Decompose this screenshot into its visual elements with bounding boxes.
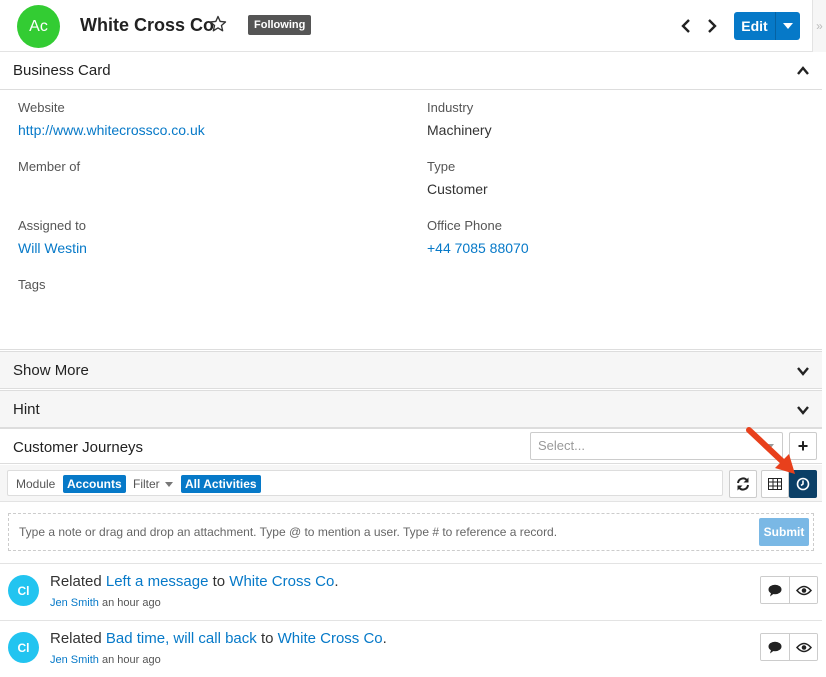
feed-actions	[760, 633, 818, 661]
note-composer[interactable]: Type a note or drag and drop an attachme…	[8, 513, 814, 551]
annotation-arrow-icon	[746, 427, 795, 474]
feed-target-link[interactable]: White Cross Co	[278, 630, 383, 647]
customer-journeys-header: Customer Journeys Select... +	[0, 428, 822, 464]
assigned-to-link[interactable]: Will Westin	[18, 240, 87, 256]
eye-icon	[795, 585, 812, 595]
feed-prefix: Related	[50, 573, 102, 590]
chevron-down-icon[interactable]	[796, 404, 810, 416]
business-card-title: Business Card	[13, 62, 111, 79]
tags-label: Tags	[18, 277, 46, 292]
industry-label: Industry	[427, 100, 474, 115]
feed-meta: Jen Smith an hour ago	[50, 597, 161, 609]
feed-avatar[interactable]: Cl	[8, 575, 39, 606]
feed-actions	[760, 576, 818, 604]
website-label: Website	[18, 100, 65, 115]
preview-button[interactable]	[789, 634, 817, 660]
eye-icon	[795, 642, 812, 652]
feed-period: .	[382, 630, 387, 647]
feed-user-link[interactable]: Jen Smith	[50, 654, 99, 666]
customer-journeys-title: Customer Journeys	[13, 439, 144, 456]
comment-icon	[768, 584, 782, 596]
feed-target-link[interactable]: White Cross Co	[229, 573, 334, 590]
caret-down-icon	[783, 23, 793, 29]
website-link[interactable]: http://www.whitecrossco.co.uk	[18, 122, 205, 138]
industry-value[interactable]: Machinery	[427, 122, 492, 138]
business-card-body: Website http://www.whitecrossco.co.uk In…	[0, 90, 822, 350]
edit-actions-dropdown[interactable]	[776, 12, 800, 40]
feed-avatar[interactable]: Cl	[8, 632, 39, 663]
assigned-to-label: Assigned to	[18, 218, 86, 233]
office-phone-label: Office Phone	[427, 218, 502, 233]
feed-meta: Jen Smith an hour ago	[50, 654, 161, 666]
feed-to-word: to	[260, 630, 274, 647]
comment-button[interactable]	[761, 577, 789, 603]
following-badge[interactable]: Following	[248, 15, 312, 35]
comment-button[interactable]	[761, 634, 789, 660]
hint-header[interactable]: Hint	[0, 390, 822, 428]
filter-pill[interactable]: All Activities	[181, 475, 261, 493]
feed-period: .	[334, 573, 339, 590]
table-icon	[768, 478, 782, 490]
next-record-icon[interactable]	[705, 17, 719, 35]
clock-icon	[796, 477, 810, 491]
activity-filter-bar: Module Accounts Filter All Activities	[7, 470, 723, 496]
sidebar-toggle[interactable]: »	[812, 0, 826, 52]
record-avatar: Ac	[17, 5, 60, 48]
caret-down-icon	[165, 482, 174, 488]
filter-label: Filter	[133, 477, 160, 491]
feed-prefix: Related	[50, 630, 102, 647]
feed-to-word: to	[212, 573, 226, 590]
favorite-star-icon[interactable]	[209, 15, 227, 33]
preview-button[interactable]	[789, 577, 817, 603]
business-card-header[interactable]: Business Card	[0, 52, 822, 90]
feed-subject-link[interactable]: Left a message	[106, 573, 209, 590]
feed-text: Related Left a message to White Cross Co…	[50, 573, 339, 590]
type-value[interactable]: Customer	[427, 181, 488, 197]
record-name: White Cross Co	[80, 15, 215, 35]
comment-icon	[768, 641, 782, 653]
submit-button[interactable]: Submit	[759, 518, 809, 546]
feed-user-link[interactable]: Jen Smith	[50, 597, 99, 609]
feed-time: an hour ago	[101, 654, 161, 666]
show-more-header[interactable]: Show More	[0, 351, 822, 389]
note-input[interactable]: Type a note or drag and drop an attachme…	[19, 525, 557, 539]
feed-subject-link[interactable]: Bad time, will call back	[106, 630, 257, 647]
show-more-title: Show More	[13, 362, 89, 379]
feed-item: Cl Related Bad time, will call back to W…	[0, 620, 822, 677]
select-placeholder: Select...	[538, 438, 585, 453]
chevron-up-icon[interactable]	[796, 65, 810, 77]
feed-time: an hour ago	[101, 597, 161, 609]
filter-dropdown[interactable]: Filter	[133, 477, 174, 491]
activity-toolbar: Module Accounts Filter All Activities	[0, 465, 822, 502]
edit-button-group: Edit	[734, 12, 800, 40]
record-header: Ac White Cross Co Following Edit »	[0, 0, 826, 52]
chevron-down-icon[interactable]	[796, 365, 810, 377]
module-pill[interactable]: Accounts	[63, 475, 126, 493]
feed-text: Related Bad time, will call back to Whit…	[50, 630, 387, 647]
edit-button[interactable]: Edit	[734, 12, 776, 40]
member-of-label: Member of	[18, 159, 81, 174]
module-label: Module	[16, 477, 56, 491]
previous-record-icon[interactable]	[679, 17, 693, 35]
office-phone-link[interactable]: +44 7085 88070	[427, 240, 529, 256]
refresh-icon	[737, 477, 749, 491]
feed-item: Cl Related Left a message to White Cross…	[0, 563, 822, 620]
hint-title: Hint	[13, 401, 40, 418]
type-label: Type	[427, 159, 456, 174]
